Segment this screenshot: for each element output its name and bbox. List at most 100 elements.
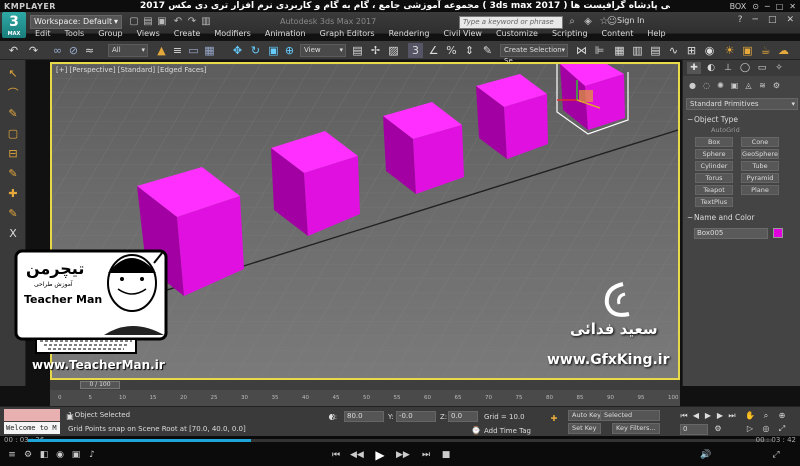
player-audio-icon[interactable]: ♪ [86,449,98,461]
render-in-cloud-icon[interactable]: ☁ [776,43,791,58]
select-filter-icon[interactable]: ✚ [5,186,21,202]
player-fullscreen-icon[interactable]: ⤢ [770,449,782,461]
player-vr-icon[interactable]: ◉ [54,449,66,461]
object-type-rollout[interactable]: Object Type [686,114,798,125]
close-icon[interactable]: ✕ [786,15,794,25]
sign-in-link[interactable]: Sign In [617,16,644,25]
tube-button[interactable]: Tube [741,161,779,171]
systems-icon[interactable]: ⚙ [771,80,782,92]
modify-tab-icon[interactable]: ◐ [704,62,718,74]
link-icon[interactable]: ∞ [50,43,65,58]
schematic-view-icon[interactable]: ⊞ [684,43,699,58]
cylinder-button[interactable]: Cylinder [695,161,733,171]
box-button[interactable]: Box [695,137,733,147]
time-slider-thumb[interactable]: 0 / 100 [80,381,120,389]
display-tab-icon[interactable]: ▭ [755,62,769,74]
menu-graph-editors[interactable]: Graph Editors [313,27,382,41]
play-icon[interactable]: ▶ [702,410,714,422]
textplus-button[interactable]: TextPlus [695,197,733,207]
object-color-swatch[interactable] [773,228,783,238]
field-of-view-icon[interactable]: ▷ [744,423,756,435]
close-icon[interactable]: ✕ [789,2,796,11]
pan-view-icon[interactable]: ✋ [744,410,756,422]
player-stop-icon[interactable]: ■ [440,449,452,461]
mirror-icon[interactable]: ⋈ [574,43,589,58]
player-menu-icon[interactable]: ≡ [6,449,18,461]
teapot-button[interactable]: Teapot [695,185,733,195]
set-key-button[interactable]: Set Key [568,423,601,434]
select-tool-icon[interactable]: ↖ [5,66,21,82]
player-play-icon[interactable]: ▶ [374,449,386,461]
menu-edit[interactable]: Edit [28,27,58,41]
time-config-icon[interactable]: ⚙ [712,423,724,435]
utilities-tab-icon[interactable]: ✧ [772,62,786,74]
previous-frame-icon[interactable]: ◀ [690,410,702,422]
sphere-button[interactable]: Sphere [695,149,733,159]
lights-icon[interactable]: ✺ [715,80,726,92]
gizmo-plane-handle[interactable] [579,90,593,102]
playback-progress[interactable] [28,439,772,442]
edit-named-selection-icon[interactable]: ✎ [480,43,495,58]
snaps-toggle-icon[interactable]: 3 [408,43,423,58]
move-icon[interactable]: ✥ [230,43,245,58]
named-selection-set-dropdown[interactable]: Create Selection Se [500,44,568,65]
maxscript-mini-listener[interactable] [4,409,60,421]
menu-modifiers[interactable]: Modifiers [207,27,258,41]
player-next-icon[interactable]: ⏭ [420,449,432,461]
scale-icon[interactable]: ▣ [266,43,281,58]
paint-select-icon[interactable]: ✎ [5,106,21,122]
pyramid-button[interactable]: Pyramid [741,173,779,183]
reference-coordinate-dropdown[interactable]: View [300,44,346,57]
player-prev-icon[interactable]: ⏮ [330,449,342,461]
rotate-icon[interactable]: ↻ [248,43,263,58]
hierarchy-tab-icon[interactable]: ⊥ [721,62,735,74]
selection-region-icon[interactable]: ▢ [5,126,21,142]
menu-scripting[interactable]: Scripting [545,27,595,41]
maximize-icon[interactable]: □ [768,15,777,25]
window-crossing-icon[interactable]: ▦ [202,43,217,58]
maxscript-listener-input[interactable]: Welcome to M [4,422,60,434]
geosphere-button[interactable]: GeoSphere [741,149,779,159]
pin-icon[interactable]: ⊙ [752,2,759,11]
rectangular-selection-icon[interactable]: ▭ [186,43,201,58]
rendered-frame-window-icon[interactable]: ▣ [740,43,755,58]
go-to-start-icon[interactable]: ⏮ [678,410,690,422]
toggle-layer-explorer-icon[interactable]: ▥ [630,43,645,58]
player-forward-icon[interactable]: ▶▶ [396,449,410,461]
keyboard-shortcut-icon[interactable]: ▨ [386,43,401,58]
redo-icon[interactable]: ↷ [26,43,41,58]
space-warps-icon[interactable]: ≋ [757,80,768,92]
minimize-icon[interactable]: ─ [753,15,758,25]
player-volume-icon[interactable]: 🔊 [700,449,712,461]
name-and-color-rollout[interactable]: Name and Color [686,212,798,223]
xform-icon[interactable]: X [5,226,21,242]
select-manipulate-icon[interactable]: ✢ [368,43,383,58]
lasso-tool-icon[interactable]: ⌒ [5,86,21,102]
percent-snap-icon[interactable]: % [444,43,459,58]
player-3d-icon[interactable]: ◧ [38,449,50,461]
graphite-ribbon-icon[interactable]: ▤ [648,43,663,58]
primitive-type-dropdown[interactable]: Standard Primitives [686,98,798,110]
max-application-button[interactable]: 3 MAX [2,12,26,38]
plane-button[interactable]: Plane [741,185,779,195]
track-bar[interactable]: 0 5 10 15 20 25 30 35 40 45 50 55 60 65 70 75 80 85 90 95 10… [50,390,680,406]
undo-icon[interactable]: ↶ [6,43,21,58]
menu-customize[interactable]: Customize [489,27,545,41]
maximize-icon[interactable]: □ [776,2,784,11]
player-capture-icon[interactable]: ▣ [70,449,82,461]
cone-button[interactable]: Cone [741,137,779,147]
help-icon[interactable]: ? [738,15,743,25]
current-frame-field[interactable]: 0 [680,424,708,435]
shapes-icon[interactable]: ◌ [701,80,712,92]
place-icon[interactable]: ⊕ [282,43,297,58]
create-tab-icon[interactable]: ✚ [687,62,701,74]
player-box-label[interactable]: BOX [730,2,747,11]
zoom-icon[interactable]: ⌕ [760,410,772,422]
torus-button[interactable]: Torus [695,173,733,183]
add-time-tag[interactable]: Add Time Tag [484,427,531,435]
render-production-icon[interactable]: ☕ [758,43,773,58]
menu-content[interactable]: Content [595,27,641,41]
autogrid-checkbox[interactable]: AutoGrid [711,126,740,134]
go-to-end-icon[interactable]: ⏭ [726,410,738,422]
z-coordinate-field[interactable]: 0.0 [448,411,478,422]
